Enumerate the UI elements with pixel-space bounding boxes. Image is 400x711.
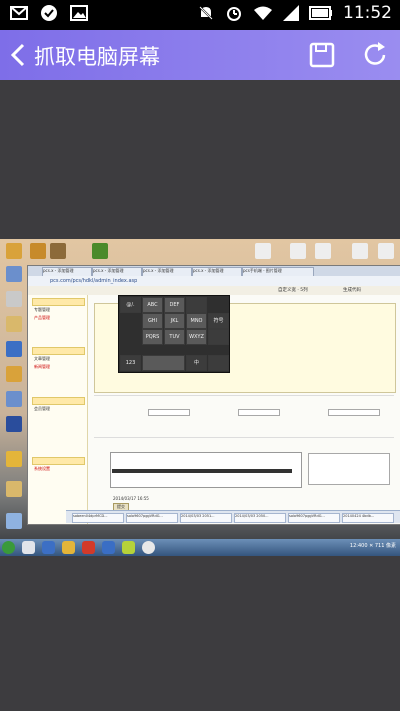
form-input[interactable] [328,409,380,416]
form-input[interactable] [148,409,190,416]
desktop-icon [6,291,22,307]
toolbar-text[interactable]: 生成代码 [343,287,361,293]
form-input[interactable] [238,409,280,416]
refresh-icon[interactable] [360,40,390,70]
category-listbox[interactable] [110,452,302,488]
desktop-icon [6,366,22,382]
taskbar-app-icon[interactable] [42,541,55,554]
toolbar-text[interactable]: 自定义宽 · 5列 [278,287,308,293]
sidebar-header [32,298,85,306]
status-bar: 11:52 [0,0,400,30]
ime-key[interactable]: MNO [186,313,207,329]
form-row [94,437,394,445]
sidebar-item[interactable]: 系统设置 [34,466,50,472]
taskbar-app-icon[interactable] [82,541,95,554]
battery-icon [309,6,332,20]
signal-icon [283,5,299,21]
browser-tabs: pcs.x - 添加管理 pcs.x - 添加管理 pcs.x - 添加管理 p… [28,266,400,277]
ime-key[interactable]: 中 [186,355,207,371]
taskbar-app-icon[interactable] [122,541,135,554]
sidebar-item[interactable]: 专题管理 [34,307,50,313]
ime-key[interactable]: GHI [142,313,163,329]
mute-icon [198,5,214,21]
desktop-icon [6,341,22,357]
page-title: 抓取电脑屏幕 [34,45,160,69]
ime-keyboard: @/. ABC DEF GHI JKL MNO 符号 PQRS TUV WXYZ… [118,295,230,373]
selected-option [112,469,292,473]
ime-space-key[interactable] [142,355,185,371]
ime-key[interactable]: @/. [120,297,141,313]
sidebar-item[interactable]: 会员管理 [34,406,50,412]
ime-key[interactable] [208,329,229,345]
save-icon[interactable] [307,40,337,70]
empty-area [0,556,400,711]
start-button-icon[interactable] [2,541,15,554]
desktop-icon [352,243,368,259]
ime-key[interactable]: WXYZ [186,329,207,345]
ime-enter-key[interactable] [208,355,229,371]
ime-key[interactable]: JKL [164,313,185,329]
back-arrow-icon[interactable] [8,42,28,68]
download-item[interactable]: 2014/03/03 2050... [234,513,286,523]
form-row [94,395,394,403]
taskbar-app-icon[interactable] [142,541,155,554]
desktop-icon [6,243,22,259]
wifi-icon [254,6,272,20]
desktop-icon [6,451,22,467]
download-item[interactable]: 20140424 4bdb... [342,513,394,523]
taskbar-app-icon[interactable] [22,541,35,554]
taskbar-app-icon[interactable] [102,541,115,554]
address-url: pcs.com/pcs/hdkl/admin_index.asp [50,278,138,284]
desktop-icon [6,481,22,497]
download-item[interactable]: solo9607pggVRdG... [126,513,178,523]
sidebar: 专题管理 产品管理 文章管理 新闻管理 会员管理 系统设置 [28,295,88,524]
download-item[interactable]: solo9607pggVRdG... [288,513,340,523]
desktop-icon [378,243,394,259]
download-item[interactable]: sobeen04dprMCD... [72,513,124,523]
mail-icon [10,6,28,20]
ime-key[interactable]: 符号 [208,313,229,329]
sidebar-header [32,347,85,355]
sidebar-item[interactable]: 文章管理 [34,356,50,362]
tray-text: 12:400 ✕ 711 像素 [349,543,396,549]
sidebar-header [32,457,85,465]
image-icon [70,5,88,21]
desktop-icon [6,266,22,282]
sidebar-header [32,397,85,405]
ime-key[interactable]: 123 [120,355,141,371]
ime-key[interactable] [186,297,207,313]
desktop-icon [92,243,108,259]
download-strip: sobeen04dprMCD... solo9607pggVRdG... 201… [66,510,400,523]
status-time: 11:52 [343,3,392,23]
sidebar-item[interactable]: 产品管理 [34,315,50,321]
desktop-icon [50,243,66,259]
download-item[interactable]: 2014/03/03 2051... [180,513,232,523]
alarm-icon [227,7,241,21]
check-icon [41,5,57,21]
taskbar-app-icon[interactable] [62,541,75,554]
desktop-icon [6,391,22,407]
form-textarea[interactable] [308,453,390,485]
desktop-icon [6,316,22,332]
desktop-icon [290,243,306,259]
address-bar[interactable]: pcs.com/pcs/hdkl/admin_index.asp [28,276,400,286]
browser-window: pcs.x - 添加管理 pcs.x - 添加管理 pcs.x - 添加管理 p… [27,265,400,525]
ime-key[interactable]: DEF [164,297,185,313]
date-text: 2014/03/17 16:55 [113,496,149,501]
desktop-icon [315,243,331,259]
desktop-icon [6,416,22,432]
windows-taskbar: 12:400 ✕ 711 像素 [0,539,400,556]
captured-screen-image[interactable]: pcs.x - 添加管理 pcs.x - 添加管理 pcs.x - 添加管理 p… [0,239,400,556]
app-bar: 抓取电脑屏幕 [0,30,400,80]
ime-key[interactable]: TUV [164,329,185,345]
ime-key[interactable]: ABC [142,297,163,313]
desktop-icon [255,243,271,259]
desktop-icon [6,513,22,529]
sidebar-item[interactable]: 新闻管理 [34,364,50,370]
desktop-icon [30,243,46,259]
ime-key[interactable]: PQRS [142,329,163,345]
